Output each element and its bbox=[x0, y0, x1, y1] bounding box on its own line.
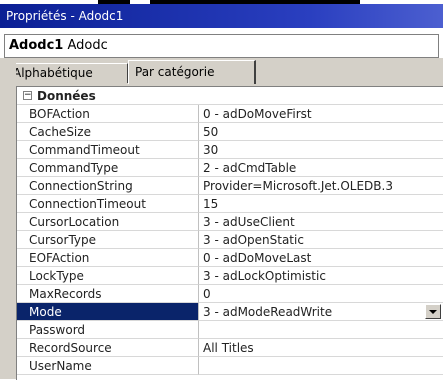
property-value[interactable]: 0 bbox=[199, 285, 443, 303]
property-value[interactable]: 3 - adUseClient bbox=[199, 213, 443, 231]
property-name: Mode bbox=[17, 303, 199, 321]
property-name: Password bbox=[17, 321, 199, 339]
property-value[interactable]: 3 - adModeReadWrite bbox=[199, 303, 443, 321]
property-name: ConnectionTimeout bbox=[17, 195, 199, 213]
tab-par-categorie[interactable]: Par catégorie bbox=[128, 60, 256, 84]
property-row[interactable]: CursorLocation 3 - adUseClient bbox=[17, 213, 443, 231]
property-name: LockType bbox=[17, 267, 199, 285]
property-row[interactable]: LockType 3 - adLockOptimistic bbox=[17, 267, 443, 285]
property-row[interactable]: BOFAction 0 - adDoMoveFirst bbox=[17, 105, 443, 123]
property-row[interactable]: Password bbox=[17, 321, 443, 339]
property-row[interactable]: CursorType 3 - adOpenStatic bbox=[17, 231, 443, 249]
property-name: ConnectionString bbox=[17, 177, 199, 195]
property-value[interactable] bbox=[199, 321, 443, 339]
property-row[interactable]: CacheSize 50 bbox=[17, 123, 443, 141]
property-name: CursorType bbox=[17, 231, 199, 249]
category-label: Données bbox=[17, 87, 443, 105]
property-value[interactable]: 3 - adOpenStatic bbox=[199, 231, 443, 249]
object-selector[interactable]: Adodc1 Adodc bbox=[4, 34, 439, 58]
property-name: EOFAction bbox=[17, 249, 199, 267]
property-name: CommandTimeout bbox=[17, 141, 199, 159]
property-value[interactable]: 50 bbox=[199, 123, 443, 141]
chevron-down-icon bbox=[429, 310, 437, 314]
property-value[interactable]: Provider=Microsoft.Jet.OLEDB.3 bbox=[199, 177, 443, 195]
property-name: MaxRecords bbox=[17, 285, 199, 303]
property-row[interactable]: ConnectionString Provider=Microsoft.Jet.O… bbox=[17, 177, 443, 195]
property-value[interactable]: 2 - adCmdTable bbox=[199, 159, 443, 177]
property-name: CommandType bbox=[17, 159, 199, 177]
property-value[interactable]: 30 bbox=[199, 141, 443, 159]
property-name: BOFAction bbox=[17, 105, 199, 123]
property-value[interactable]: 15 bbox=[199, 195, 443, 213]
property-name: CursorLocation bbox=[17, 213, 199, 231]
property-value[interactable]: 3 - adLockOptimistic bbox=[199, 267, 443, 285]
property-row[interactable]: RecordSource All Titles bbox=[17, 339, 443, 357]
property-name: UserName bbox=[17, 357, 199, 375]
property-row[interactable]: CommandType 2 - adCmdTable bbox=[17, 159, 443, 177]
property-value[interactable]: All Titles bbox=[199, 339, 443, 357]
property-row[interactable]: ConnectionTimeout 15 bbox=[17, 195, 443, 213]
grid-gutter bbox=[0, 58, 16, 379]
tab-alphabetique[interactable]: Alphabétique bbox=[6, 63, 128, 83]
category-row-donnees[interactable]: − Données bbox=[17, 87, 443, 105]
object-name: Adodc1 bbox=[9, 38, 64, 53]
property-value[interactable]: 0 - adDoMoveFirst bbox=[199, 105, 443, 123]
property-grid: − Données BOFAction 0 - adDoMoveFirst Cach… bbox=[16, 86, 443, 380]
property-name: CacheSize bbox=[17, 123, 199, 141]
window-title: Propriétés - Adodc1 bbox=[6, 9, 124, 23]
property-value[interactable] bbox=[199, 357, 443, 375]
property-row[interactable]: CommandTimeout 30 bbox=[17, 141, 443, 159]
object-type: Adodc bbox=[67, 38, 108, 53]
property-row[interactable]: UserName bbox=[17, 357, 443, 375]
window-titlebar[interactable]: Propriétés - Adodc1 bbox=[0, 4, 443, 28]
property-row[interactable]: EOFAction 0 - adDoMoveLast bbox=[17, 249, 443, 267]
property-row[interactable]: MaxRecords 0 bbox=[17, 285, 443, 303]
dropdown-button[interactable] bbox=[425, 304, 441, 319]
tab-strip: Alphabétique Par catégorie bbox=[0, 58, 443, 84]
property-name: RecordSource bbox=[17, 339, 199, 357]
property-value[interactable]: 0 - adDoMoveLast bbox=[199, 249, 443, 267]
property-row[interactable]: Mode 3 - adModeReadWrite bbox=[17, 303, 443, 321]
